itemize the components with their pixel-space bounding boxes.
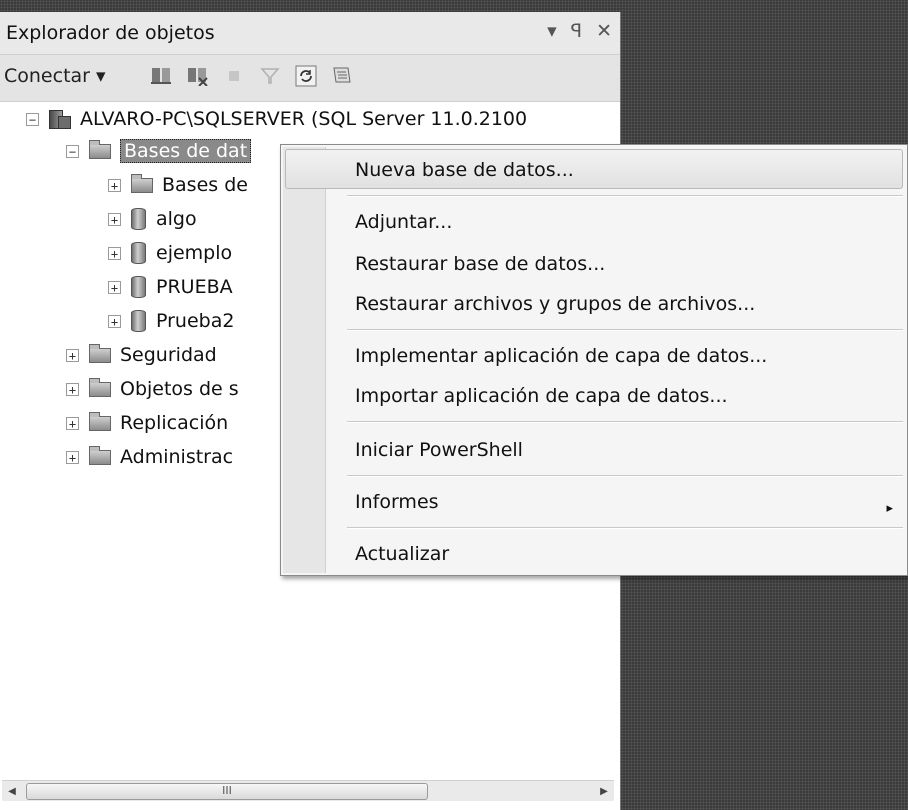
expand-icon[interactable]: + [108, 178, 121, 192]
tree-label: algo [156, 208, 197, 230]
connect-button[interactable]: Conectar ▾ [4, 65, 106, 87]
scroll-right-icon[interactable]: ▶ [596, 783, 612, 799]
menu-item-restore-database[interactable]: Restaurar base de datos... [355, 253, 605, 275]
folder-icon [89, 445, 111, 465]
menu-item-refresh[interactable]: Actualizar [355, 543, 449, 565]
expand-icon[interactable]: + [108, 212, 121, 226]
expand-icon[interactable]: + [66, 348, 79, 362]
toolbar: Conectar ▾ [0, 55, 620, 102]
server-label: ALVARO-PC\SQLSERVER (SQL Server 11.0.210… [80, 108, 528, 130]
chevron-down-icon: ▾ [96, 65, 106, 87]
script-icon[interactable] [330, 64, 354, 88]
close-icon[interactable]: ✕ [596, 20, 612, 42]
tree-node-management[interactable]: + Administrac [66, 442, 233, 472]
dropdown-icon[interactable]: ▾ [547, 20, 557, 42]
database-icon [131, 276, 146, 298]
menu-separator [347, 421, 903, 423]
menu-separator [347, 475, 903, 477]
connect-label: Conectar [4, 65, 90, 87]
expand-icon[interactable]: + [108, 246, 121, 260]
menu-separator [347, 195, 903, 197]
folder-icon [89, 411, 111, 431]
menu-separator [347, 329, 903, 331]
filter-icon[interactable] [258, 64, 282, 88]
menu-item-attach[interactable]: Adjuntar... [355, 211, 452, 233]
tree-label: Bases de [162, 174, 248, 196]
panel-title: Explorador de objetos [6, 22, 215, 44]
tree-label: Prueba2 [156, 310, 235, 332]
tree-node-server[interactable]: − ALVARO-PC\SQLSERVER (SQL Server 11.0.2… [26, 104, 527, 134]
horizontal-scrollbar[interactable]: ◀ III ▶ [2, 780, 614, 801]
tree-node-database[interactable]: + ejemplo [108, 238, 232, 268]
refresh-icon[interactable] [294, 64, 318, 88]
tree-label: PRUEBA [156, 276, 233, 298]
tree-label: Administrac [120, 446, 234, 468]
expand-icon[interactable]: + [108, 314, 121, 328]
toolbar-icons [150, 64, 354, 88]
menu-item-restore-files[interactable]: Restaurar archivos y grupos de archivos.… [355, 293, 755, 315]
menu-item-new-database[interactable]: Nueva base de datos... [355, 159, 574, 181]
tree-node-databases[interactable]: − Bases de dat [66, 136, 252, 166]
disconnect-icon[interactable] [186, 64, 210, 88]
database-icon [131, 310, 146, 332]
tree-node-server-objects[interactable]: + Objetos de s [66, 374, 239, 404]
menu-item-start-powershell[interactable]: Iniciar PowerShell [355, 439, 523, 461]
folder-icon [89, 343, 111, 363]
panel-title-bar: Explorador de objetos ▾ ꟼ ✕ [0, 12, 620, 55]
expand-icon[interactable]: + [66, 450, 79, 464]
expand-icon[interactable]: + [66, 382, 79, 396]
tree-label: ejemplo [156, 242, 233, 264]
databases-label: Bases de dat [120, 139, 252, 163]
collapse-icon[interactable]: − [26, 112, 39, 126]
tree-label: Objetos de s [120, 378, 239, 400]
submenu-arrow-icon: ▸ [886, 501, 893, 516]
tree-node-security[interactable]: + Seguridad [66, 340, 217, 370]
menu-item-reports[interactable]: Informes [355, 491, 439, 513]
tree-node-database[interactable]: + PRUEBA [108, 272, 233, 302]
scrollbar-thumb[interactable]: III [26, 783, 428, 800]
title-controls: ▾ ꟼ ✕ [547, 20, 612, 42]
folder-icon [89, 139, 111, 159]
menu-item-import-data-tier[interactable]: Importar aplicación de capa de datos... [355, 385, 728, 407]
database-icon [131, 242, 146, 264]
expand-icon[interactable]: + [108, 280, 121, 294]
context-menu: Nueva base de datos... Adjuntar... Resta… [280, 144, 908, 576]
connect-object-icon[interactable] [150, 64, 174, 88]
tree-node-database[interactable]: + Prueba2 [108, 306, 234, 336]
tree-node-system-databases[interactable]: + Bases de [108, 170, 248, 200]
collapse-icon[interactable]: − [66, 144, 79, 158]
folder-icon [131, 173, 153, 193]
menu-item-deploy-data-tier[interactable]: Implementar aplicación de capa de datos.… [355, 345, 767, 367]
menu-icon-gutter [283, 147, 326, 573]
tree-node-replication[interactable]: + Replicación [66, 408, 228, 438]
folder-icon [89, 377, 111, 397]
stop-icon[interactable] [222, 64, 246, 88]
scroll-left-icon[interactable]: ◀ [4, 783, 20, 799]
tree-label: Replicación [120, 412, 229, 434]
menu-separator [347, 527, 903, 529]
expand-icon[interactable]: + [66, 416, 79, 430]
tree-node-database[interactable]: + algo [108, 204, 197, 234]
database-icon [131, 208, 146, 230]
server-icon [49, 108, 71, 130]
tree-label: Seguridad [120, 344, 217, 366]
pin-icon[interactable]: ꟼ [571, 20, 582, 42]
